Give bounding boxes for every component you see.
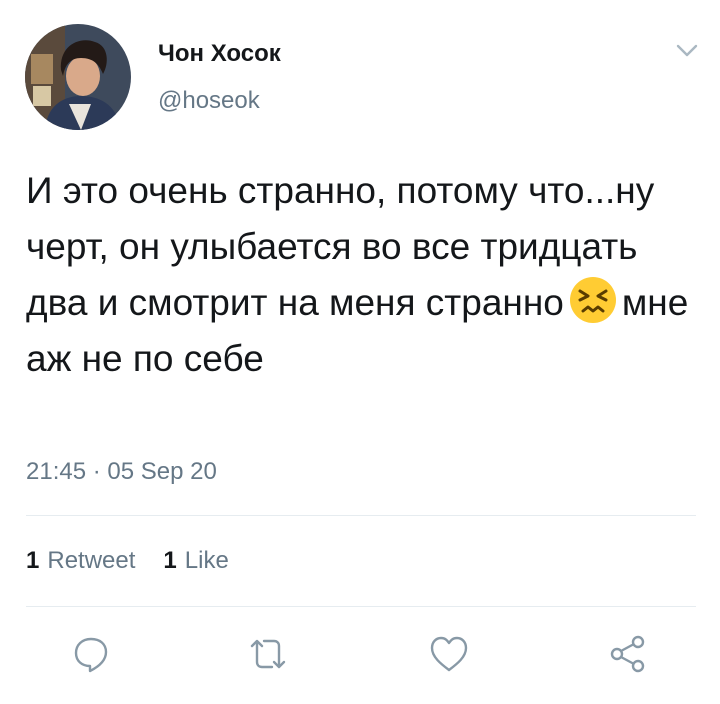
heart-icon <box>430 636 468 672</box>
timestamp[interactable]: 21:45 · 05 Sep 20 <box>26 458 217 486</box>
retweet-button[interactable] <box>246 632 290 676</box>
display-name[interactable]: Чон Хосок <box>158 40 281 68</box>
divider <box>26 606 696 607</box>
tweet-text-main: И это очень странно, потому что...ну чер… <box>26 170 655 323</box>
retweet-icon <box>250 639 286 669</box>
share-icon <box>610 635 645 673</box>
share-button[interactable] <box>606 632 650 676</box>
divider <box>26 515 696 516</box>
retweet-count-number: 1 <box>26 547 40 574</box>
like-count[interactable]: 1 Like <box>163 547 228 575</box>
reply-icon <box>74 637 108 673</box>
handle[interactable]: @hoseok <box>158 87 260 115</box>
chevron-down-icon[interactable] <box>673 40 701 60</box>
like-count-label: Like <box>184 547 229 574</box>
persevering-face-icon <box>568 275 618 325</box>
like-count-number: 1 <box>163 547 177 574</box>
retweet-count-label: Retweet <box>47 547 136 574</box>
tweet-text: И это очень странно, потому что...ну чер… <box>26 163 696 387</box>
reply-button[interactable] <box>69 632 113 676</box>
profile-photo-icon <box>25 24 131 130</box>
tweet-stats: 1 Retweet 1 Like <box>26 547 229 575</box>
retweet-count[interactable]: 1 Retweet <box>26 547 135 575</box>
like-button[interactable] <box>427 632 471 676</box>
avatar[interactable] <box>25 24 131 130</box>
